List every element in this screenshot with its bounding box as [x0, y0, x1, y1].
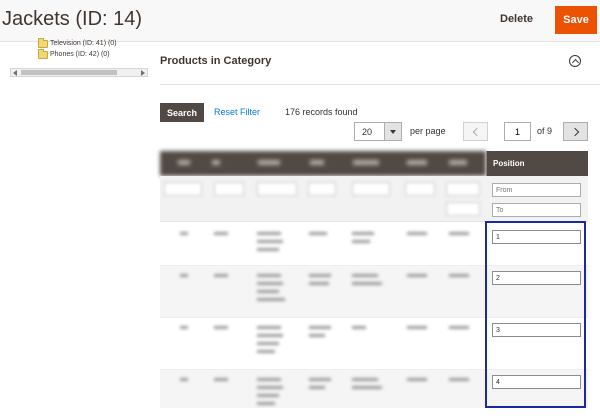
position-input[interactable]: [492, 375, 581, 389]
tree-item-label: Phones (ID: 42) (0): [50, 51, 110, 58]
position-input[interactable]: [492, 323, 581, 337]
total-pages: of 9: [537, 126, 553, 136]
tree-item-phones[interactable]: Phones (ID: 42) (0): [38, 48, 110, 60]
scroll-left-icon[interactable]: [13, 70, 17, 76]
grid-header-blurred: [160, 151, 486, 176]
page-title: Jackets (ID: 14): [2, 8, 143, 30]
row-content-blurred: [160, 318, 486, 369]
filter-row-blurred: [160, 176, 486, 222]
position-input[interactable]: [492, 271, 581, 285]
per-page-select[interactable]: 20: [354, 122, 402, 141]
folder-icon: [38, 37, 48, 48]
divider: [160, 84, 600, 85]
column-header-position[interactable]: Position: [486, 151, 588, 176]
position-input[interactable]: [492, 230, 581, 244]
records-count: 176 records found: [285, 107, 358, 117]
position-to-input[interactable]: [492, 203, 581, 217]
next-page-button[interactable]: [563, 122, 588, 141]
scroll-right-icon[interactable]: [141, 70, 145, 76]
per-page-label: per page: [410, 126, 446, 136]
delete-button[interactable]: Delete: [500, 13, 533, 25]
tree-horizontal-scrollbar[interactable]: [10, 68, 148, 77]
row-content-blurred: [160, 222, 486, 265]
reset-filter-link[interactable]: Reset Filter: [214, 107, 260, 117]
row-content-blurred: [160, 370, 486, 413]
position-from-input[interactable]: [492, 183, 581, 197]
tree-item-label: Television (ID: 41) (0): [50, 40, 117, 47]
collapse-icon[interactable]: [569, 55, 581, 67]
page-header: Jackets (ID: 14) Delete Save: [0, 0, 600, 42]
row-content-blurred: [160, 266, 486, 317]
save-button[interactable]: Save: [555, 6, 597, 34]
page-bottom: [160, 408, 588, 420]
folder-icon: [38, 48, 48, 59]
scrollbar-thumb[interactable]: [21, 70, 117, 75]
per-page-value: 20: [362, 127, 373, 137]
column-header-label: Position: [493, 159, 525, 168]
page-number-input[interactable]: [504, 122, 531, 141]
tree-item-television[interactable]: Television (ID: 41) (0): [38, 37, 117, 49]
section-title[interactable]: Products in Category: [160, 55, 271, 67]
search-button[interactable]: Search: [160, 103, 204, 122]
chevron-down-icon[interactable]: [384, 123, 401, 140]
table-row[interactable]: [160, 222, 588, 266]
previous-page-button[interactable]: [463, 122, 488, 141]
